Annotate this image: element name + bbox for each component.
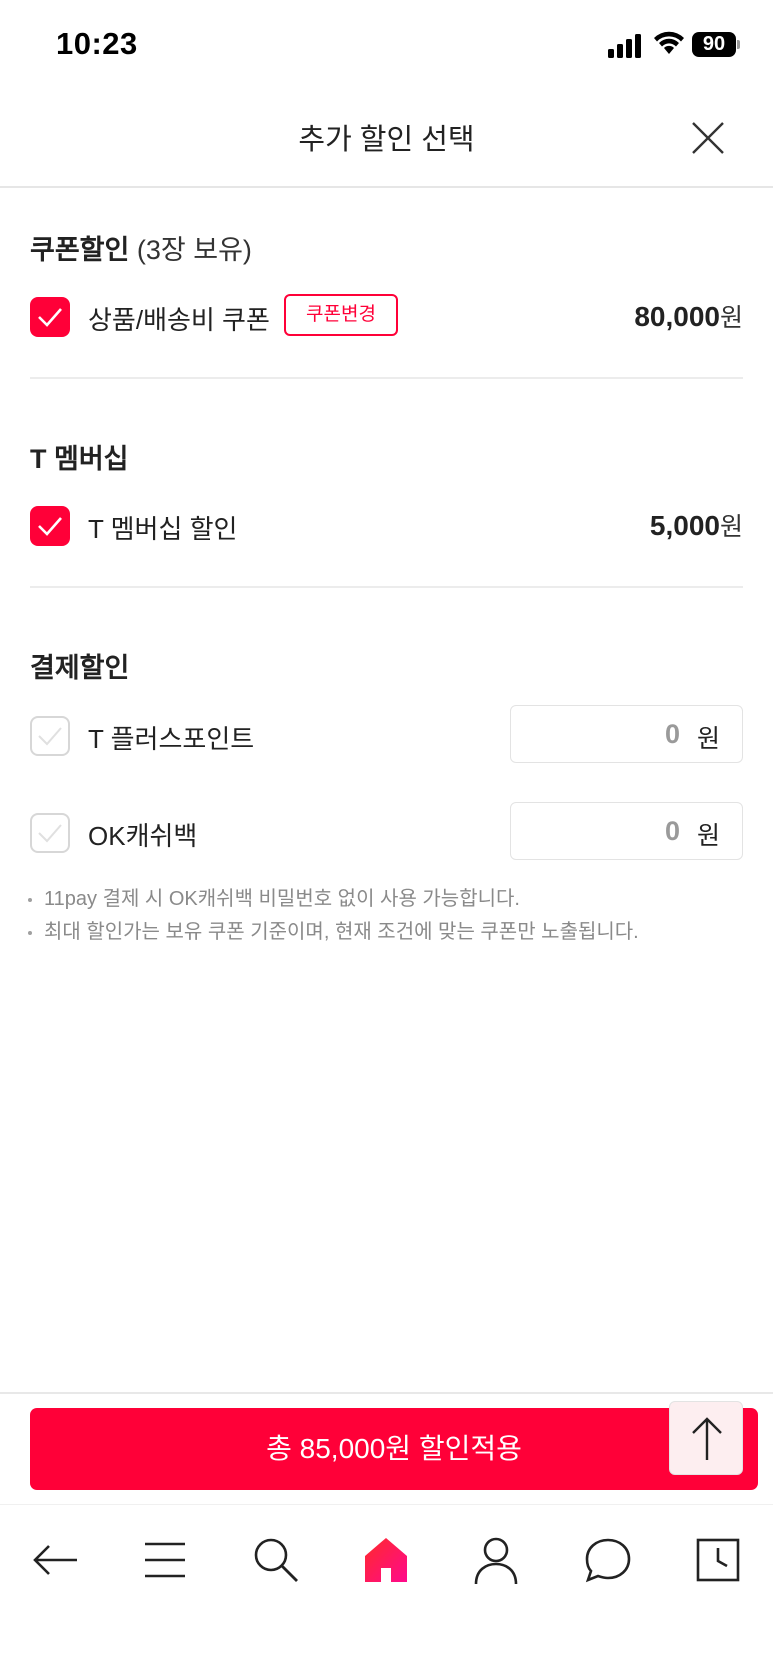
membership-checkbox[interactable] (30, 506, 70, 546)
check-icon (38, 517, 62, 536)
notice-text: 최대 할인가는 보유 쿠폰 기준이며, 현재 조건에 맞는 쿠폰만 노출됩니다. (44, 921, 639, 943)
coupon-checkbox[interactable] (30, 297, 70, 337)
membership-item-label: T 멤버십 할인 (88, 514, 238, 544)
menu-icon (145, 1542, 185, 1578)
header-divider (0, 186, 773, 188)
notice-item: 11pay 결제 시 OK캐쉬백 비밀번호 없이 사용 가능합니다. (28, 882, 520, 911)
coupon-section-title: 쿠폰할인 (3장 보유) (30, 228, 252, 267)
back-arrow-icon (33, 1545, 77, 1575)
coupon-amount-unit: 원 (719, 304, 743, 332)
okcashbag-unit: 원 (696, 822, 720, 850)
tplus-point-value: 0 (664, 719, 680, 749)
tplus-point-label: T 플러스포인트 (88, 724, 255, 754)
coupon-amount-value: 80,000 (634, 301, 720, 332)
coupon-change-button[interactable]: 쿠폰변경 (284, 294, 398, 336)
battery-indicator: 90 (692, 32, 736, 57)
check-icon (38, 824, 62, 843)
tplus-point-input[interactable]: 0 원 (510, 705, 743, 763)
section-divider (30, 377, 743, 379)
coupon-section-label: 쿠폰할인 (30, 235, 130, 265)
tplus-point-checkbox[interactable] (30, 716, 70, 756)
search-icon (254, 1538, 298, 1582)
nav-recent[interactable] (690, 1532, 746, 1588)
bullet-icon (28, 897, 32, 902)
cellular-signal-icon (608, 34, 641, 58)
section-divider (30, 586, 743, 588)
nav-home[interactable] (358, 1532, 414, 1588)
okcashbag-checkbox[interactable] (30, 813, 70, 853)
nav-search[interactable] (248, 1532, 304, 1588)
nav-menu[interactable] (137, 1532, 193, 1588)
nav-profile[interactable] (468, 1532, 524, 1588)
home-icon (365, 1538, 407, 1582)
notice-item: 최대 할인가는 보유 쿠폰 기준이며, 현재 조건에 맞는 쿠폰만 노출됩니다. (28, 915, 639, 944)
close-icon[interactable] (690, 120, 726, 156)
bottom-nav (0, 1504, 773, 1674)
check-icon (38, 308, 62, 327)
membership-section-title: T 멤버십 (30, 444, 129, 474)
okcashbag-label: OK캐쉬백 (88, 821, 198, 851)
arrow-up-icon (692, 1417, 722, 1460)
recent-icon (696, 1538, 740, 1582)
bottom-divider (0, 1392, 773, 1394)
profile-icon (474, 1537, 518, 1585)
coupon-count: (3장 보유) (136, 235, 252, 265)
membership-amount: 5,000원 (650, 507, 743, 543)
scroll-to-top-button[interactable] (669, 1401, 743, 1475)
wifi-icon (654, 31, 684, 54)
coupon-amount: 80,000원 (634, 298, 743, 334)
okcashbag-value: 0 (664, 816, 680, 846)
coupon-item-label: 상품/배송비 쿠폰 (88, 305, 270, 335)
membership-amount-unit: 원 (719, 513, 743, 541)
chat-icon (585, 1538, 631, 1583)
okcashbag-input[interactable]: 0 원 (510, 802, 743, 860)
notice-text: 11pay 결제 시 OK캐쉬백 비밀번호 없이 사용 가능합니다. (44, 888, 520, 910)
membership-amount-value: 5,000 (649, 510, 720, 541)
nav-chat[interactable] (580, 1532, 636, 1588)
tplus-point-unit: 원 (696, 725, 720, 753)
check-icon (38, 727, 62, 746)
bullet-icon (28, 930, 32, 935)
battery-tip (737, 40, 740, 49)
apply-discount-button[interactable]: 총 85,000원 할인적용 (30, 1408, 758, 1490)
page-title: 추가 할인 선택 (298, 124, 475, 156)
payment-section-title: 결제할인 (30, 653, 130, 683)
nav-back[interactable] (27, 1532, 83, 1588)
status-time: 10:23 (56, 26, 138, 61)
